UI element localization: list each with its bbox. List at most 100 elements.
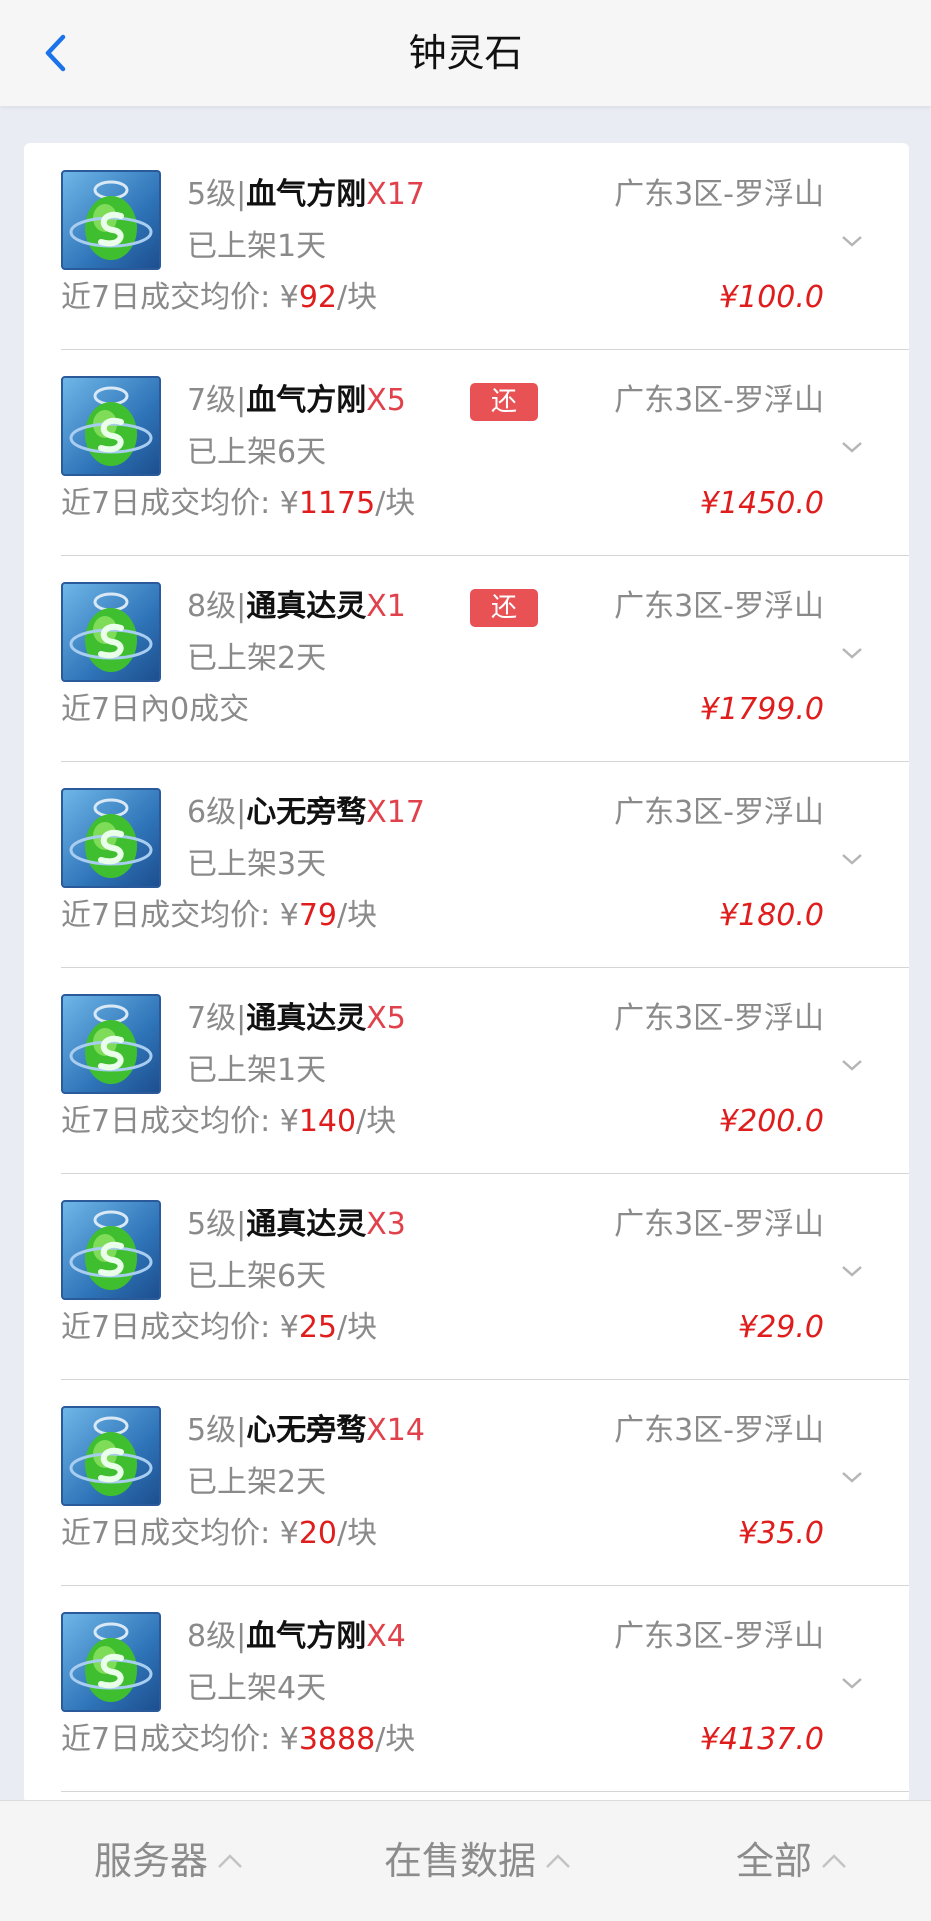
item-quantity: X5 [366,383,406,418]
listed-duration: 已上架6天 [187,435,327,470]
item-name: 心无旁骛 [246,1413,367,1448]
listing-item[interactable]: 8级|血气方刚X4 广东3区-罗浮山 已上架4天 近7日成交均价: ¥3888/… [61,1585,909,1792]
chevron-up-icon [218,1854,242,1868]
item-name: 心无旁骛 [246,795,367,830]
server-label: 广东3区-罗浮山 [614,1207,824,1242]
filter-bar: 服务器 在售数据 全部 [0,1800,931,1921]
avg-price-prefix: 近7日成交均价: ¥ [61,1516,299,1551]
return-badge: 还 [470,383,538,421]
return-badge: 还 [470,589,538,627]
item-name: 通真达灵 [246,1001,367,1036]
avg-price-text: 近7日成交均价: ¥79/块 [61,893,377,939]
listing-item[interactable]: 6级|心无旁骛X17 广东3区-罗浮山 已上架3天 近7日成交均价: ¥79/块… [61,761,909,968]
avg-price-prefix: 近7日成交均价: ¥ [61,1310,299,1345]
listing-item[interactable]: 5级|血气方刚X17 广东3区-罗浮山 已上架1天 近7日成交均价: ¥92/块… [61,143,909,350]
avg-price-text: 近7日成交均价: ¥20/块 [61,1511,377,1557]
avg-price-prefix: 近7日成交均价: ¥ [61,486,299,521]
chevron-down-icon[interactable] [837,1467,867,1487]
item-name: 血气方刚 [246,1619,367,1654]
item-quantity: X14 [366,1413,425,1448]
spirit-stone-icon [61,1200,161,1300]
chevron-down-icon[interactable] [837,437,867,457]
spirit-stone-icon [61,788,161,888]
item-level: 8级| [187,589,247,624]
spirit-stone-icon [61,1406,161,1506]
item-quantity: X17 [366,795,425,830]
server-label: 广东3区-罗浮山 [614,177,824,212]
avg-price-value: 92 [298,280,338,315]
item-title: 5级|通真达灵X3 [187,1202,406,1248]
avg-price-suffix: /块 [337,280,378,315]
item-title: 7级|血气方刚X5 [187,378,406,424]
all-filter-button[interactable]: 全部 [736,1801,848,1921]
server-label: 广东3区-罗浮山 [614,1413,824,1448]
server-label: 广东3区-罗浮山 [614,589,824,624]
item-name: 通真达灵 [246,589,367,624]
listing-item[interactable]: 7级|通真达灵X5 广东3区-罗浮山 已上架1天 近7日成交均价: ¥140/块… [61,967,909,1174]
item-level: 7级| [187,1001,247,1036]
page-title: 钟灵石 [408,31,523,75]
avg-price-text: 近7日成交均价: ¥92/块 [61,275,377,321]
spirit-stone-icon [61,994,161,1094]
avg-price-text: 近7日成交均价: ¥3888/块 [61,1717,415,1763]
avg-price-value: 20 [298,1516,338,1551]
avg-price-value: 79 [298,898,338,933]
chevron-down-icon[interactable] [837,1673,867,1693]
avg-price-text: 近7日內0成交 [61,687,249,733]
item-quantity: X4 [366,1619,406,1654]
server-label: 广东3区-罗浮山 [614,1619,824,1654]
avg-price-text: 近7日成交均价: ¥140/块 [61,1099,396,1145]
avg-price-prefix: 近7日成交均价: ¥ [61,280,299,315]
item-level: 5级| [187,1207,247,1242]
avg-price-value: 25 [298,1310,338,1345]
avg-price-suffix: /块 [375,486,416,521]
chevron-down-icon[interactable] [837,1055,867,1075]
avg-price-suffix: /块 [337,1516,378,1551]
avg-price-value: 1175 [298,486,376,521]
item-price: ¥100.0 [719,280,824,315]
chevron-down-icon[interactable] [837,1261,867,1281]
item-quantity: X5 [366,1001,406,1036]
item-title: 8级|血气方刚X4 [187,1614,406,1660]
listed-duration: 已上架3天 [187,847,327,882]
item-title: 5级|血气方刚X17 [187,172,425,218]
server-filter-button[interactable]: 服务器 [94,1801,244,1921]
item-name: 血气方刚 [246,383,367,418]
listed-duration: 已上架2天 [187,1465,327,1500]
item-price: ¥29.0 [738,1310,824,1345]
listing-item[interactable]: 5级|通真达灵X3 广东3区-罗浮山 已上架6天 近7日成交均价: ¥25/块 … [61,1173,909,1380]
item-price: ¥200.0 [719,1104,824,1139]
item-quantity: X17 [366,177,425,212]
sale-data-filter-button[interactable]: 在售数据 [384,1801,572,1921]
item-level: 5级| [187,177,247,212]
item-price: ¥35.0 [738,1516,824,1551]
avg-price-value: 3888 [298,1722,376,1757]
listed-duration: 已上架2天 [187,641,327,676]
avg-price-prefix: 近7日成交均价: ¥ [61,898,299,933]
avg-price-text: 近7日成交均价: ¥25/块 [61,1305,377,1351]
listing-item[interactable]: 8级|通真达灵X1 还 广东3区-罗浮山 已上架2天 近7日內0成交 ¥1799… [61,555,909,762]
item-title: 8级|通真达灵X1 [187,584,406,630]
avg-price-value: 140 [298,1104,357,1139]
chevron-down-icon[interactable] [837,849,867,869]
chevron-down-icon[interactable] [837,643,867,663]
item-price: ¥1799.0 [699,692,824,727]
listing-item[interactable]: 5级|心无旁骛X14 广东3区-罗浮山 已上架2天 近7日成交均价: ¥20/块… [61,1379,909,1586]
item-quantity: X1 [366,589,406,624]
item-title: 5级|心无旁骛X14 [187,1408,425,1454]
chevron-up-icon [546,1854,570,1868]
top-bar: 钟灵石 [0,0,931,106]
item-price: ¥180.0 [719,898,824,933]
item-level: 6级| [187,795,247,830]
avg-price-prefix: 近7日內0成交 [61,692,250,727]
spirit-stone-icon [61,1612,161,1712]
chevron-down-icon[interactable] [837,231,867,251]
listing-item[interactable]: 7级|血气方刚X5 还 广东3区-罗浮山 已上架6天 近7日成交均价: ¥117… [61,349,909,556]
listed-duration: 已上架1天 [187,1053,327,1088]
item-title: 7级|通真达灵X5 [187,996,406,1042]
item-name: 血气方刚 [246,177,367,212]
spirit-stone-icon [61,582,161,682]
all-filter-label: 全部 [736,1839,813,1883]
item-name: 通真达灵 [246,1207,367,1242]
item-quantity: X3 [366,1207,406,1242]
